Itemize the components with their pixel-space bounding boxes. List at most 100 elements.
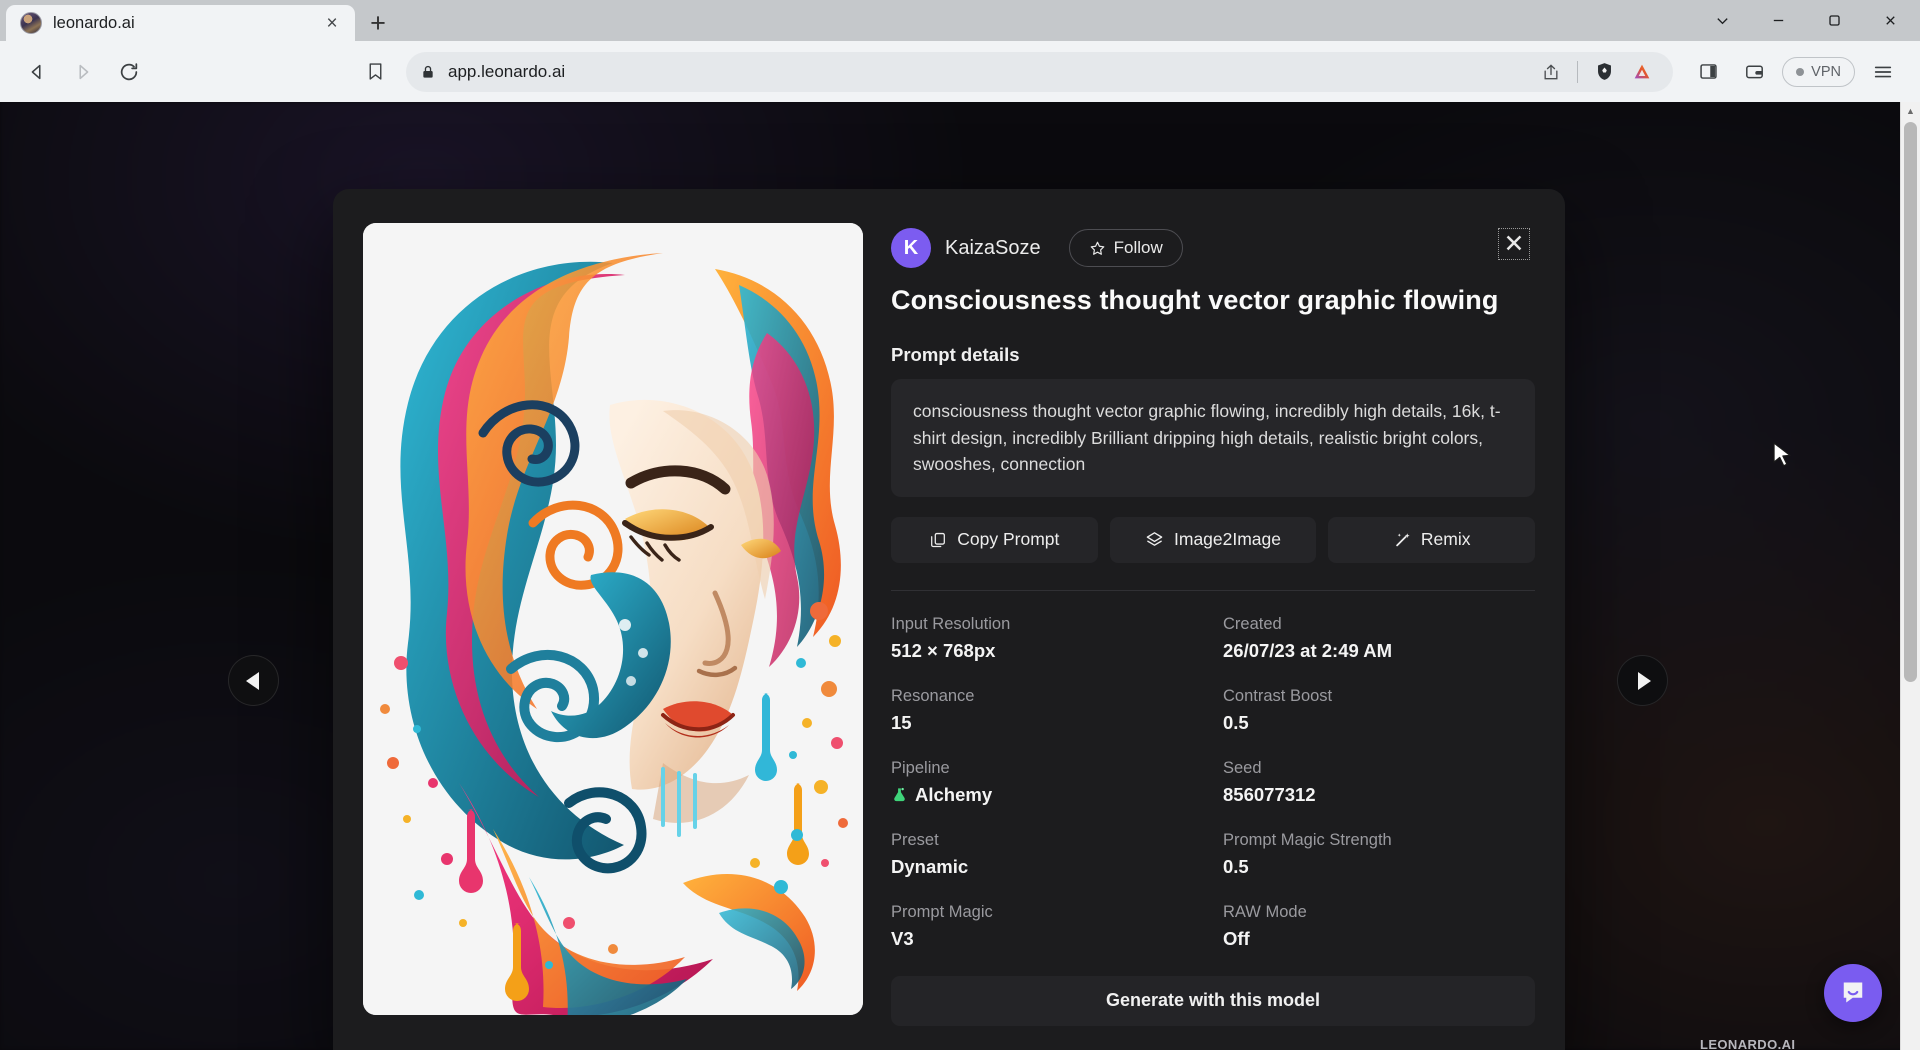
metadata-item-resonance: Resonance 15	[891, 687, 1203, 734]
scrollbar-up-arrow[interactable]: ▲	[1901, 102, 1920, 120]
author-name[interactable]: KaizaSoze	[945, 237, 1041, 260]
metadata-item-raw-mode: RAW Mode Off	[1223, 903, 1535, 950]
remix-label: Remix	[1421, 529, 1471, 550]
prompt-card[interactable]: consciousness thought vector graphic flo…	[891, 379, 1535, 497]
hamburger-menu-icon[interactable]	[1862, 51, 1904, 93]
image-detail-pane: ✕ K KaizaSoze Follow Consciousness thoug…	[891, 223, 1535, 1050]
image-detail-modal: ✕ K KaizaSoze Follow Consciousness thoug…	[333, 189, 1565, 1050]
mouse-cursor	[1772, 442, 1794, 477]
scrollbar-thumb[interactable]	[1904, 122, 1917, 682]
browser-chrome: leonardo.ai × +	[0, 0, 1920, 102]
wallet-icon[interactable]	[1733, 51, 1775, 93]
copy-icon	[929, 531, 947, 549]
leonardo-watermark: LEONARDO.AI	[1700, 1037, 1795, 1050]
prompt-details-label: Prompt details	[891, 344, 1535, 366]
metadata-value: 0.5	[1223, 856, 1535, 878]
magic-wand-icon	[1393, 531, 1411, 549]
lock-icon	[420, 64, 436, 80]
metadata-label: Seed	[1223, 759, 1535, 778]
section-divider	[891, 590, 1535, 591]
metadata-value: Dynamic	[891, 856, 1203, 878]
follow-button[interactable]: Follow	[1069, 229, 1183, 267]
author-row: K KaizaSoze Follow	[891, 227, 1535, 269]
metadata-value-row: Alchemy	[891, 784, 1203, 806]
prompt-text: consciousness thought vector graphic flo…	[913, 398, 1513, 478]
previous-image-arrow-icon	[246, 672, 259, 690]
toolbar-divider	[1577, 61, 1578, 83]
pipeline-value: Alchemy	[915, 784, 992, 806]
forward-arrow-icon[interactable]	[62, 51, 104, 93]
metadata-item-pipeline: Pipeline Alchemy	[891, 759, 1203, 806]
metadata-label: Contrast Boost	[1223, 687, 1535, 706]
tab-title: leonardo.ai	[53, 14, 308, 33]
tab-close-icon[interactable]: ×	[319, 10, 345, 36]
reload-arrow-icon[interactable]	[108, 51, 150, 93]
metadata-value: 0.5	[1223, 712, 1535, 734]
vpn-label: VPN	[1811, 64, 1841, 80]
page-viewport: ✕ K KaizaSoze Follow Consciousness thoug…	[0, 102, 1920, 1050]
next-image-button[interactable]	[1617, 655, 1668, 706]
next-image-arrow-icon	[1638, 672, 1651, 690]
metadata-value: V3	[891, 928, 1203, 950]
metadata-item-prompt-magic-strength: Prompt Magic Strength 0.5	[1223, 831, 1535, 878]
url-text: app.leonardo.ai	[448, 62, 1522, 82]
generate-with-this-model-button[interactable]: Generate with this model	[891, 976, 1535, 1026]
follow-label: Follow	[1114, 238, 1163, 258]
bookmark-icon[interactable]	[354, 51, 396, 93]
vpn-button[interactable]: VPN	[1782, 57, 1855, 87]
image2image-label: Image2Image	[1174, 529, 1281, 550]
metadata-label: Resonance	[891, 687, 1203, 706]
sidebar-panel-icon[interactable]	[1687, 51, 1729, 93]
metadata-value: Off	[1223, 928, 1535, 950]
page-scrollbar[interactable]: ▲	[1900, 102, 1920, 1050]
chat-launcher-button[interactable]	[1824, 964, 1882, 1022]
address-bar[interactable]: app.leonardo.ai	[406, 52, 1673, 92]
browser-toolbar: app.leonardo.ai	[0, 41, 1920, 102]
alchemy-flask-icon	[891, 786, 908, 803]
metadata-label: Prompt Magic	[891, 903, 1203, 922]
metadata-item-contrast-boost: Contrast Boost 0.5	[1223, 687, 1535, 734]
brave-rewards-triangle-icon[interactable]	[1625, 55, 1659, 89]
close-modal-button[interactable]: ✕	[1497, 227, 1531, 261]
new-tab-button[interactable]: +	[359, 5, 397, 41]
minimize-icon[interactable]	[1750, 0, 1806, 41]
metadata-value: 15	[891, 712, 1203, 734]
metadata-value: 856077312	[1223, 784, 1535, 806]
metadata-label: RAW Mode	[1223, 903, 1535, 922]
leonardo-favicon-icon	[20, 12, 42, 34]
metadata-item-prompt-magic: Prompt Magic V3	[891, 903, 1203, 950]
metadata-value: 512 × 768px	[891, 640, 1203, 662]
image2image-button[interactable]: Image2Image	[1110, 517, 1317, 563]
remix-button[interactable]: Remix	[1328, 517, 1535, 563]
metadata-label: Preset	[891, 831, 1203, 850]
metadata-item-created: Created 26/07/23 at 2:49 AM	[1223, 615, 1535, 662]
tab-strip: leonardo.ai × +	[0, 0, 1920, 41]
copy-prompt-label: Copy Prompt	[957, 529, 1059, 550]
window-controls	[1694, 0, 1920, 41]
metadata-label: Input Resolution	[891, 615, 1203, 634]
vpn-status-dot	[1796, 68, 1804, 76]
metadata-label: Pipeline	[891, 759, 1203, 778]
omnibox-actions	[1534, 55, 1659, 89]
browser-tab-leonardo[interactable]: leonardo.ai ×	[6, 5, 355, 41]
copy-prompt-button[interactable]: Copy Prompt	[891, 517, 1098, 563]
brave-shields-lion-icon[interactable]	[1587, 55, 1621, 89]
previous-image-button[interactable]	[228, 655, 279, 706]
page-title: Consciousness thought vector graphic flo…	[891, 285, 1535, 316]
metadata-value: 26/07/23 at 2:49 AM	[1223, 640, 1535, 662]
prompt-action-row: Copy Prompt Image2Image	[891, 517, 1535, 563]
generated-image[interactable]	[363, 223, 863, 1015]
metadata-item-preset: Preset Dynamic	[891, 831, 1203, 878]
share-icon[interactable]	[1534, 55, 1568, 89]
metadata-label: Prompt Magic Strength	[1223, 831, 1535, 850]
metadata-label: Created	[1223, 615, 1535, 634]
metadata-item-seed: Seed 856077312	[1223, 759, 1535, 806]
maximize-icon[interactable]	[1806, 0, 1862, 41]
star-icon	[1089, 240, 1106, 257]
metadata-item-input-resolution: Input Resolution 512 × 768px	[891, 615, 1203, 662]
chevron-down-icon[interactable]	[1694, 0, 1750, 41]
window-close-icon[interactable]	[1862, 0, 1918, 41]
avatar[interactable]: K	[891, 228, 931, 268]
back-arrow-icon[interactable]	[16, 51, 58, 93]
layers-icon	[1145, 530, 1164, 549]
